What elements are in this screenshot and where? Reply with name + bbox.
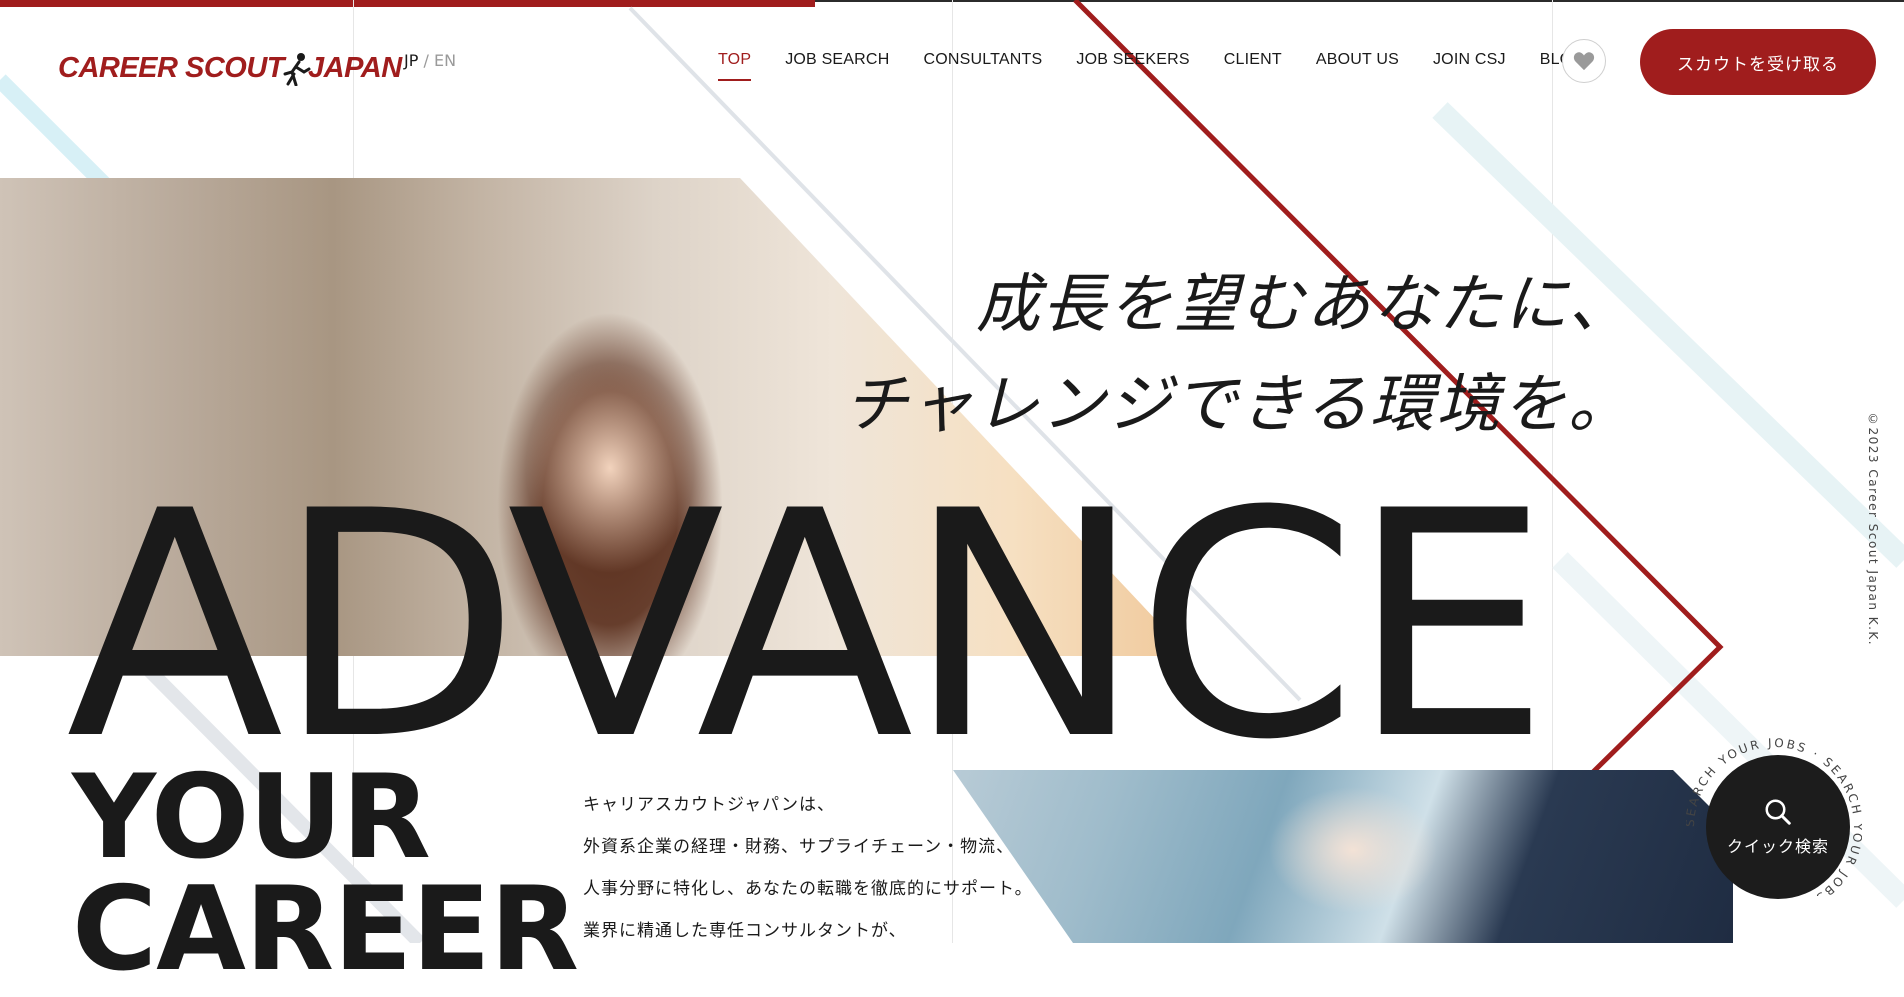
- quick-search-widget: SEARCH YOUR JOBS · SEARCH YOUR JOBS · クイ…: [1686, 720, 1862, 899]
- sub-word-your: YOUR: [72, 750, 431, 885]
- favorites-button[interactable]: [1562, 39, 1606, 83]
- main-nav: TOP JOB SEARCH CONSULTANTS JOB SEEKERS C…: [718, 48, 1619, 81]
- heart-icon: [1573, 52, 1595, 71]
- nav-consultants[interactable]: CONSULTANTS: [923, 48, 1042, 72]
- intro-text: キャリアスカウトジャパンは、 外資系企業の経理・財務、サプライチェーン・物流、 …: [583, 784, 1033, 952]
- hero-catchphrase: 成長を望むあなたに、 チャレンジできる環境を。: [844, 255, 1634, 455]
- catch-line-1: 成長を望むあなたに、: [975, 268, 1634, 342]
- sub-word-career: CAREER: [72, 862, 579, 997]
- intro-line: キャリアスカウトジャパンは、: [583, 795, 835, 815]
- receive-scout-button[interactable]: スカウトを受け取る: [1640, 29, 1876, 95]
- catch-line-2: チャレンジできる環境を。: [843, 368, 1634, 442]
- intro-line: 人事分野に特化し、あなたの転職を徹底的にサポート。: [583, 879, 1033, 899]
- lang-separator: /: [423, 51, 429, 70]
- quick-search-button[interactable]: クイック検索: [1706, 755, 1850, 899]
- nav-join-csj[interactable]: JOIN CSJ: [1433, 48, 1506, 72]
- intro-line: 外資系企業の経理・財務、サプライチェーン・物流、: [583, 837, 1015, 857]
- nav-job-search[interactable]: JOB SEARCH: [785, 48, 889, 72]
- nav-job-seekers[interactable]: JOB SEEKERS: [1076, 48, 1189, 72]
- language-switch: JP / EN: [404, 50, 456, 72]
- quick-search-label: クイック検索: [1726, 837, 1829, 856]
- lang-en[interactable]: EN: [434, 51, 456, 70]
- site-logo[interactable]: CAREER SCOUT JAPAN: [58, 49, 402, 87]
- nav-client[interactable]: CLIENT: [1224, 48, 1282, 72]
- hero-sub-word: YOUR CAREER: [72, 750, 579, 997]
- intro-line: 業界に精通した専任コンサルタントが、: [583, 921, 907, 941]
- hero-big-word: ADVANCE: [66, 444, 1551, 808]
- nav-top[interactable]: TOP: [718, 48, 752, 81]
- search-icon: [1765, 799, 1791, 825]
- copyright: ©2023 Career Scout Japan K.K.: [1866, 412, 1880, 647]
- lang-jp[interactable]: JP: [404, 51, 418, 70]
- nav-about-us[interactable]: ABOUT US: [1316, 48, 1399, 72]
